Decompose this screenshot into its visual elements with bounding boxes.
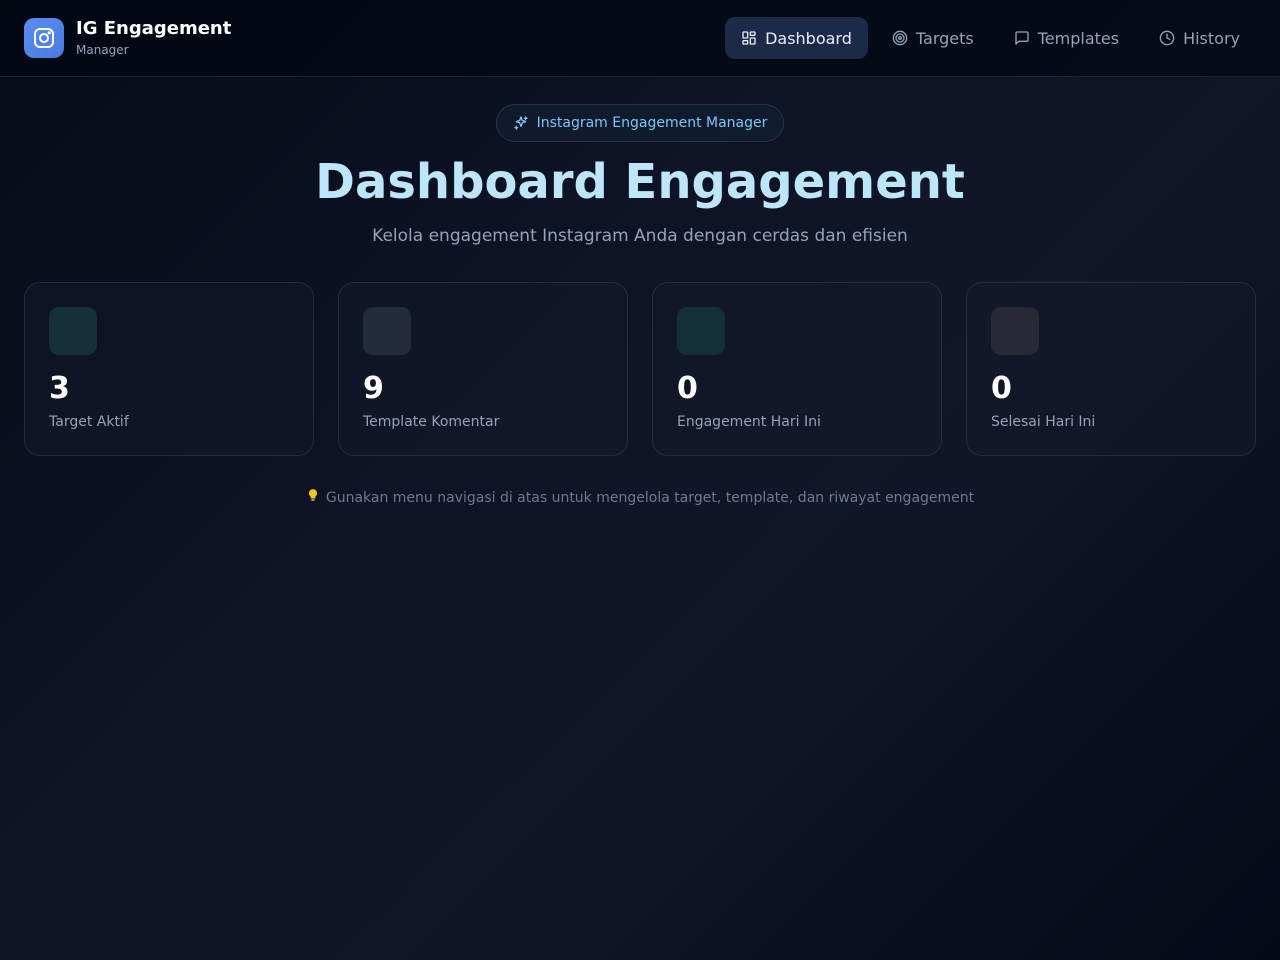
- stat-value: 0: [677, 371, 698, 406]
- target-icon: [892, 30, 908, 46]
- top-navigation-bar: IG Engagement Manager Dashboard Targets: [0, 0, 1280, 77]
- nav-targets-label: Targets: [915, 28, 974, 48]
- instagram-icon: [24, 18, 64, 58]
- tip-text: Gunakan menu navigasi di atas untuk meng…: [325, 490, 975, 506]
- nav-templates-label: Templates: [1037, 28, 1120, 48]
- dashboard-icon: [742, 31, 756, 45]
- stat-label: Target Aktif: [49, 414, 129, 430]
- stats-grid: 3 Target Aktif 9 Template Komentar 0 Eng…: [24, 282, 1256, 456]
- nav-dashboard-label: Dashboard: [765, 28, 852, 48]
- stat-card-completed-today: 0 Selesai Hari Ini: [966, 282, 1256, 456]
- page-title: Dashboard Engagement: [315, 154, 965, 210]
- stat-icon: [363, 307, 411, 355]
- stat-card-active-targets: 3 Target Aktif: [24, 282, 314, 456]
- stat-card-comment-templates: 9 Template Komentar: [338, 282, 628, 456]
- nav-history[interactable]: History: [1143, 17, 1256, 59]
- stat-label: Template Komentar: [363, 414, 500, 430]
- stat-label: Selesai Hari Ini: [991, 414, 1096, 430]
- lightbulb-icon: [306, 488, 320, 508]
- navigation-tip: Gunakan menu navigasi di atas untuk meng…: [0, 488, 1280, 508]
- brand-subtitle: Manager: [76, 43, 129, 57]
- stat-value: 3: [49, 371, 70, 406]
- nav-templates[interactable]: Templates: [998, 17, 1135, 59]
- nav-targets[interactable]: Targets: [876, 17, 990, 59]
- stat-card-engagement-today: 0 Engagement Hari Ini: [652, 282, 942, 456]
- message-square-icon: [1015, 31, 1029, 45]
- stat-icon: [677, 307, 725, 355]
- stat-value: 9: [363, 371, 384, 406]
- sparkles-icon: [513, 116, 528, 130]
- stat-icon: [991, 307, 1039, 355]
- nav-history-label: History: [1183, 28, 1240, 48]
- brand[interactable]: IG Engagement Manager: [24, 18, 231, 58]
- hero-badge: Instagram Engagement Manager: [496, 104, 784, 142]
- hero-badge-label: Instagram Engagement Manager: [536, 115, 768, 131]
- brand-title: IG Engagement: [76, 18, 232, 39]
- nav-dashboard[interactable]: Dashboard: [725, 17, 868, 59]
- stat-icon: [49, 307, 97, 355]
- stat-label: Engagement Hari Ini: [677, 414, 821, 430]
- main-nav: Dashboard Targets Templates History: [725, 17, 1256, 59]
- clock-icon: [1159, 30, 1175, 46]
- stat-value: 0: [991, 371, 1012, 406]
- page-subtitle: Kelola engagement Instagram Anda dengan …: [372, 226, 908, 246]
